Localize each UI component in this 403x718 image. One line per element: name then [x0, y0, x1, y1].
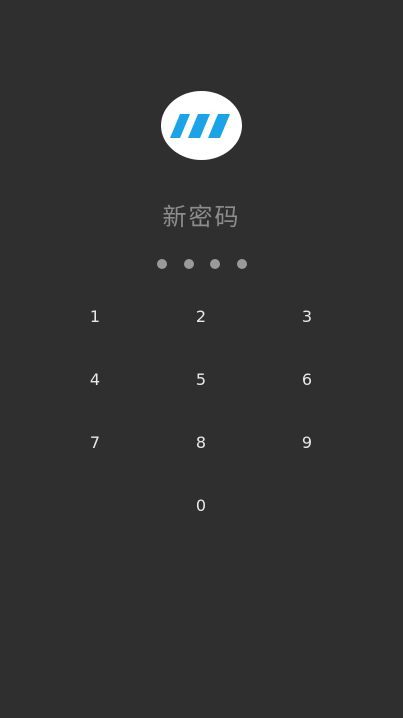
pin-dot [157, 259, 167, 269]
keypad-key-8[interactable]: 8 [171, 420, 231, 464]
keypad-key-0[interactable]: 0 [171, 483, 231, 527]
keypad-key-4[interactable]: 4 [65, 357, 125, 401]
brand-logo-icon [169, 113, 230, 138]
pin-dot [236, 259, 247, 269]
pin-dot [210, 259, 221, 269]
page-title: 新密码 [162, 203, 241, 231]
pin-setup-screen: 新密码 1 2 3 4 5 6 7 8 9 0 [0, 0, 403, 718]
keypad-key-1[interactable]: 1 [65, 294, 125, 338]
keypad-key-3[interactable]: 3 [277, 294, 337, 338]
app-logo [161, 91, 242, 160]
pin-dot [183, 259, 194, 269]
keypad-key-9[interactable]: 9 [277, 420, 337, 464]
pin-indicator [157, 259, 247, 269]
keypad-key-6[interactable]: 6 [277, 357, 337, 401]
keypad-key-5[interactable]: 5 [171, 357, 231, 401]
keypad-key-2[interactable]: 2 [171, 294, 231, 338]
keypad-key-7[interactable]: 7 [65, 420, 125, 464]
